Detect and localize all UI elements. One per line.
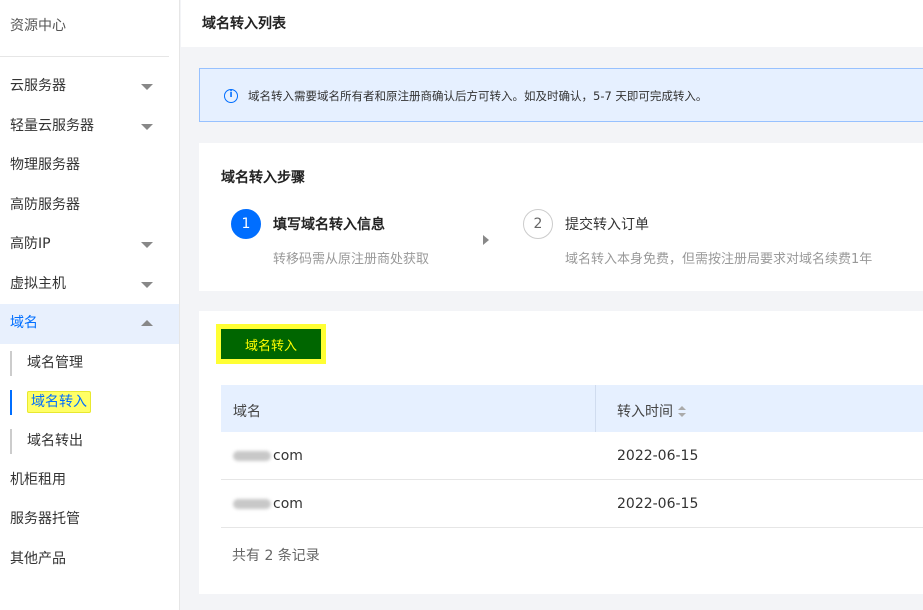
page-title: 域名转入列表 <box>202 16 286 32</box>
step2-description: 域名转入本身免费，但需按注册局要求对域名续费1年 <box>565 252 873 267</box>
notice-text: 域名转入需要域名所有者和原注册商确认后方可转入。如及时确认，5-7 天即可完成转… <box>248 89 708 103</box>
sidebar-item-label: 轻量云服务器 <box>10 117 94 134</box>
table-row: com 2022-06-15 <box>221 480 923 528</box>
sidebar-item-label: 物理服务器 <box>10 157 80 173</box>
steps-title: 域名转入步骤 <box>221 170 305 186</box>
submenu-active-bar <box>10 389 12 415</box>
sidebar-item-label: 高防服务器 <box>10 196 80 213</box>
sidebar-item-lightweight-server[interactable]: 轻量云服务器 <box>0 107 179 147</box>
redacted-domain <box>233 451 271 461</box>
sidebar-item-label: 其他产品 <box>10 550 66 567</box>
column-header-domain: 域名 <box>233 404 261 420</box>
step1-number: 1 <box>231 209 261 239</box>
step1-title: 填写域名转入信息 <box>273 217 385 233</box>
transfer-time-cell: 2022-06-15 <box>617 448 699 464</box>
sort-icon[interactable] <box>678 406 686 418</box>
sidebar-item-label: 机柜租用 <box>10 471 66 488</box>
step2-title: 提交转入订单 <box>565 217 649 233</box>
record-count: 共有 2 条记录 <box>232 548 320 564</box>
domain-cell: com <box>233 448 303 464</box>
column-header-transfer-time[interactable]: 转入时间 <box>617 401 686 421</box>
domain-suffix: com <box>273 496 303 512</box>
table-header: 域名 转入时间 <box>221 385 923 432</box>
submenu-bar <box>10 428 12 454</box>
sidebar-item-ddos-ip[interactable]: 高防IP <box>0 225 179 265</box>
step2-number: 2 <box>523 209 553 239</box>
chevron-down-icon <box>141 281 153 288</box>
transfer-list-card: 域名转入 域名 转入时间 com 2022-06-15 com 2022-06-… <box>199 311 923 594</box>
resource-center-link[interactable]: 资源中心 <box>0 0 169 57</box>
chevron-down-icon <box>141 123 153 130</box>
sidebar-item-label: 虚拟主机 <box>10 275 66 292</box>
domain-cell: com <box>233 496 303 512</box>
sidebar-subitem-label: 域名转入 <box>27 390 91 413</box>
sidebar-item-cabinet-rental[interactable]: 机柜租用 <box>0 461 179 501</box>
transfer-table: 域名 转入时间 com 2022-06-15 com 2022-06-15 <box>221 385 923 528</box>
sidebar-item-ddos-server[interactable]: 高防服务器 <box>0 186 179 226</box>
domain-suffix: com <box>273 448 303 464</box>
table-row: com 2022-06-15 <box>221 432 923 480</box>
sidebar-subitem-domain-management[interactable]: 域名管理 <box>0 344 179 383</box>
sidebar-item-label: 云服务器 <box>10 78 66 94</box>
sidebar-item-label: 高防IP <box>10 236 51 252</box>
sidebar: 资源中心 云服务器 轻量云服务器 物理服务器 高防服务器 高防IP 虚拟主机 域… <box>0 0 180 610</box>
sidebar-item-cloud-server[interactable]: 云服务器 <box>0 67 179 107</box>
button-highlight: 域名转入 <box>216 324 326 364</box>
info-icon: i <box>224 89 238 103</box>
chevron-up-icon <box>141 320 153 326</box>
sidebar-item-other-products[interactable]: 其他产品 <box>0 540 179 580</box>
sidebar-subitem-domain-transfer-in[interactable]: 域名转入 <box>0 383 179 422</box>
transfer-time-cell: 2022-06-15 <box>617 496 699 512</box>
sidebar-subitem-label: 域名转出 <box>27 432 83 449</box>
submenu-bar <box>10 350 12 376</box>
chevron-down-icon <box>141 84 153 90</box>
column-header-label: 转入时间 <box>617 404 673 420</box>
sidebar-menu: 云服务器 轻量云服务器 物理服务器 高防服务器 高防IP 虚拟主机 域名 域名管… <box>0 57 179 579</box>
sidebar-item-domain[interactable]: 域名 <box>0 304 179 344</box>
column-divider <box>595 385 596 432</box>
transfer-steps-card: 域名转入步骤 1 填写域名转入信息 转移码需从原注册商处获取 2 提交转入订单 … <box>199 143 923 291</box>
redacted-domain <box>233 499 271 509</box>
sidebar-subitem-domain-transfer-out[interactable]: 域名转出 <box>0 422 179 461</box>
sidebar-item-physical-server[interactable]: 物理服务器 <box>0 146 179 186</box>
sidebar-subitem-label: 域名管理 <box>27 354 83 371</box>
info-notice: i 域名转入需要域名所有者和原注册商确认后方可转入。如及时确认，5-7 天即可完… <box>199 68 923 122</box>
page-header: 域名转入列表 <box>181 0 923 47</box>
sidebar-item-label: 域名 <box>10 315 38 331</box>
arrow-right-icon <box>483 235 489 245</box>
sidebar-item-virtual-host[interactable]: 虚拟主机 <box>0 265 179 305</box>
sidebar-item-label: 服务器托管 <box>10 511 80 527</box>
domain-transfer-in-button[interactable]: 域名转入 <box>221 329 321 359</box>
sidebar-item-server-hosting[interactable]: 服务器托管 <box>0 500 179 540</box>
chevron-down-icon <box>141 242 153 248</box>
step1-description: 转移码需从原注册商处获取 <box>273 252 430 267</box>
